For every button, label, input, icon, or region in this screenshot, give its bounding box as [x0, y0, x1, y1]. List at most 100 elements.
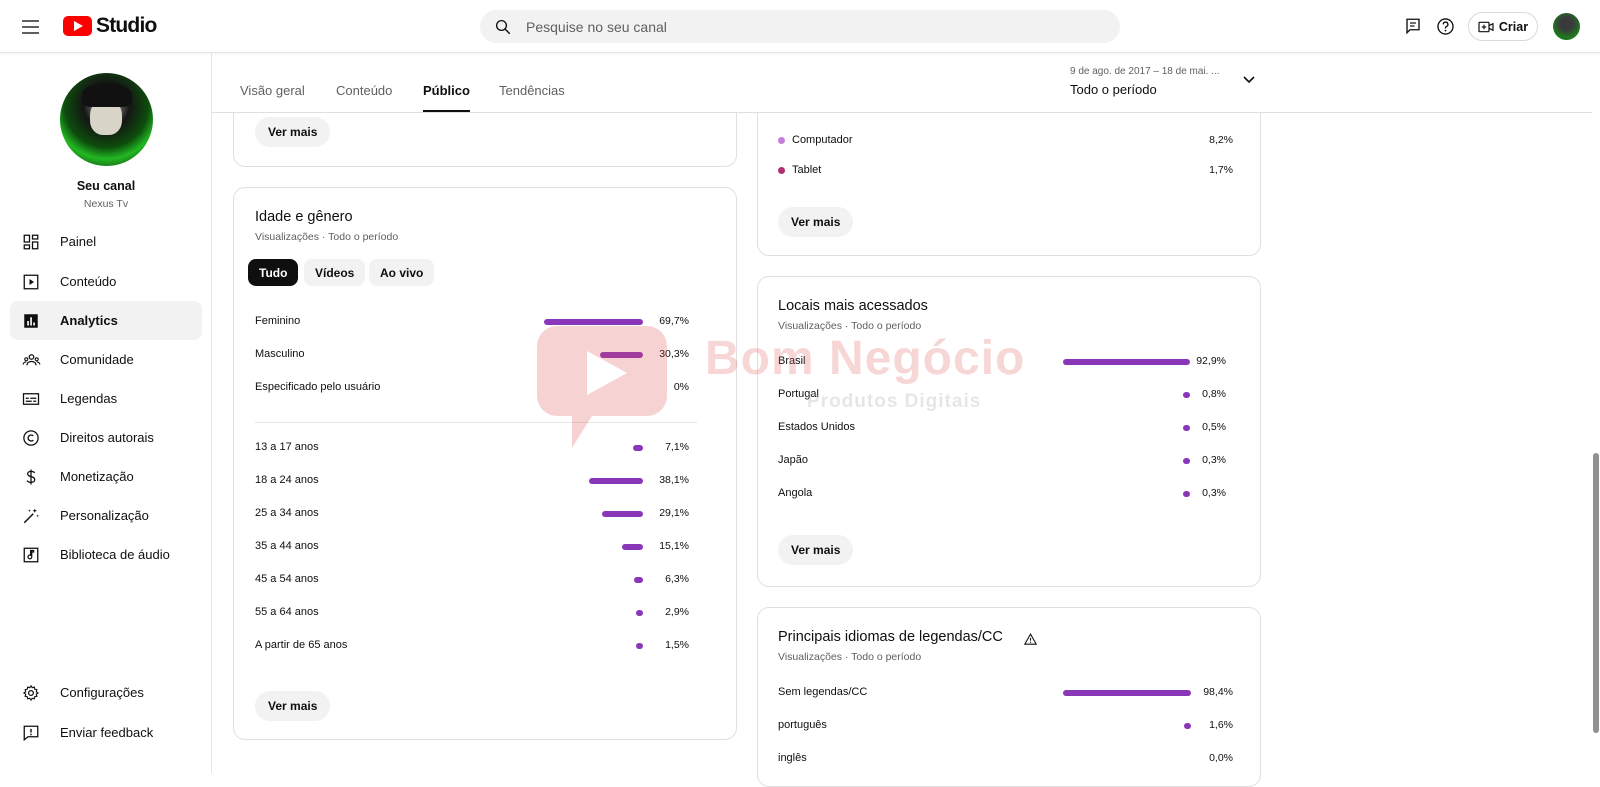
feedback-icon: [20, 722, 42, 744]
see-more-button[interactable]: Ver mais: [778, 207, 854, 237]
device-row: Computador 8,2%: [778, 131, 1233, 151]
sidebar-item-enviar-feedback[interactable]: Enviar feedback: [10, 713, 202, 752]
age-row: 18 a 24 anos 38,1%: [255, 471, 689, 491]
sidebar-item-label: Personalização: [60, 508, 149, 523]
sidebar-item-comunidade[interactable]: Comunidade: [10, 340, 202, 379]
top-bar: Studio Criar: [0, 0, 1600, 53]
see-more-button[interactable]: Ver mais: [778, 535, 854, 565]
gender-row: Especificado pelo usuário 0%: [255, 378, 689, 398]
age-row: A partir de 65 anos 1,5%: [255, 636, 689, 656]
scrollbar-thumb[interactable]: [1593, 453, 1599, 733]
create-button[interactable]: Criar: [1468, 12, 1538, 41]
sidebar-item-label: Direitos autorais: [60, 430, 154, 445]
sidebar-item-label: Biblioteca de áudio: [60, 547, 170, 562]
sidebar-item-legendas[interactable]: Legendas: [10, 379, 202, 418]
row-value: 0,0%: [1209, 752, 1233, 764]
row-label: Sem legendas/CC: [778, 686, 868, 698]
search-input[interactable]: [526, 18, 1086, 35]
sidebar-item-analytics[interactable]: Analytics: [10, 301, 202, 340]
row-value: 1,7%: [1209, 164, 1233, 176]
warning-icon[interactable]: [1024, 633, 1037, 645]
account-avatar[interactable]: [1553, 13, 1580, 40]
location-row: Japão 0,3%: [778, 451, 1226, 471]
percentage-bar: [544, 319, 643, 325]
sidebar-item-label: Monetização: [60, 469, 134, 484]
row-value: 15,1%: [659, 540, 689, 552]
row-value: 98,4%: [1203, 686, 1233, 698]
top-locations-card: Locais mais acessados Visualizações · To…: [757, 276, 1261, 587]
percentage-bar: [634, 577, 643, 583]
page-scrollbar[interactable]: [1592, 53, 1600, 773]
tab-publico[interactable]: Público: [423, 83, 470, 112]
language-row: português 1,6%: [778, 716, 1233, 736]
sidebar-item-conteudo[interactable]: Conteúdo: [10, 262, 202, 301]
row-label: 25 a 34 anos: [255, 507, 319, 519]
percentage-bar: [1063, 690, 1191, 696]
legend-dot: [778, 137, 785, 144]
row-label: Masculino: [255, 348, 305, 360]
filter-chip-ao-vivo[interactable]: Ao vivo: [369, 259, 435, 286]
row-value: 38,1%: [659, 474, 689, 486]
row-label: Estados Unidos: [778, 421, 856, 433]
sidebar-item-personalizacao[interactable]: Personalização: [10, 496, 202, 535]
hamburger-menu-icon[interactable]: [18, 14, 44, 40]
youtube-logo-icon: [63, 16, 92, 36]
percentage-bar: [588, 478, 643, 484]
device-row: Tablet 1,7%: [778, 161, 1233, 181]
community-icon: [20, 349, 42, 371]
age-row: 25 a 34 anos 29,1%: [255, 504, 689, 524]
row-value: 0%: [673, 381, 689, 393]
analytics-tabs-bar: Visão geral Conteúdo Público Tendências …: [212, 53, 1592, 113]
row-value: 0,8%: [1202, 388, 1226, 400]
percentage-bar: [1183, 425, 1190, 431]
percentage-bar: [599, 352, 643, 358]
row-label: Tablet: [792, 164, 822, 176]
row-value: 30,3%: [659, 348, 689, 360]
help-icon[interactable]: [1434, 15, 1456, 37]
chevron-down-icon[interactable]: [1242, 75, 1256, 85]
row-label: Japão: [778, 454, 808, 466]
see-more-button[interactable]: Ver mais: [255, 691, 331, 721]
sidebar-item-direitos-autorais[interactable]: Direitos autorais: [10, 418, 202, 457]
sidebar-item-configuracoes[interactable]: Configurações: [10, 673, 202, 712]
age-row: 55 a 64 anos 2,9%: [255, 603, 689, 623]
sidebar-item-label: Legendas: [60, 391, 118, 406]
date-range-text: 9 de ago. de 2017 – 18 de mai. ...: [1070, 66, 1220, 77]
row-label: Portugal: [778, 388, 819, 400]
analytics-icon: [20, 310, 42, 332]
row-label: português: [778, 719, 827, 731]
studio-logo[interactable]: Studio: [63, 14, 157, 38]
tab-visao-geral[interactable]: Visão geral: [240, 83, 305, 110]
sidebar-item-painel[interactable]: Painel: [10, 222, 202, 261]
location-row: Angola 0,3%: [778, 484, 1226, 504]
gender-row: Feminino 69,7%: [255, 312, 689, 332]
row-value: 7,1%: [665, 441, 689, 453]
language-row: inglês 0,0%: [778, 749, 1233, 769]
row-label: Computador: [792, 134, 853, 146]
gender-row: Masculino 30,3%: [255, 345, 689, 365]
percentage-bar: [1183, 491, 1190, 497]
date-range-selector[interactable]: 9 de ago. de 2017 – 18 de mai. ... Todo …: [1070, 66, 1270, 97]
row-value: 0,3%: [1202, 454, 1226, 466]
row-label: inglês: [778, 752, 807, 764]
tab-conteudo[interactable]: Conteúdo: [336, 83, 392, 110]
row-label: 55 a 64 anos: [255, 606, 319, 618]
filter-chip-tudo[interactable]: Tudo: [248, 259, 299, 286]
channel-avatar[interactable]: [60, 73, 153, 166]
see-more-button[interactable]: Ver mais: [255, 117, 331, 147]
date-period-text: Todo o período: [1070, 82, 1157, 97]
age-row: 35 a 44 anos 15,1%: [255, 537, 689, 557]
tab-tendencias[interactable]: Tendências: [499, 83, 565, 110]
row-value: 29,1%: [659, 507, 689, 519]
create-label: Criar: [1498, 19, 1529, 34]
filter-chip-vídeos[interactable]: Vídeos: [304, 259, 366, 286]
sidebar-item-monetizacao[interactable]: Monetização: [10, 457, 202, 496]
logo-text: Studio: [96, 14, 157, 37]
card-subtitle: Visualizações · Todo o período: [778, 320, 922, 332]
audio-library-icon: [20, 544, 42, 566]
sidebar-item-biblioteca-de-audio[interactable]: Biblioteca de áudio: [10, 535, 202, 574]
age-row: 45 a 54 anos 6,3%: [255, 570, 689, 590]
search-bar[interactable]: [480, 10, 1120, 43]
subtitles-icon: [20, 388, 42, 410]
notifications-feedback-icon[interactable]: [1402, 15, 1424, 37]
